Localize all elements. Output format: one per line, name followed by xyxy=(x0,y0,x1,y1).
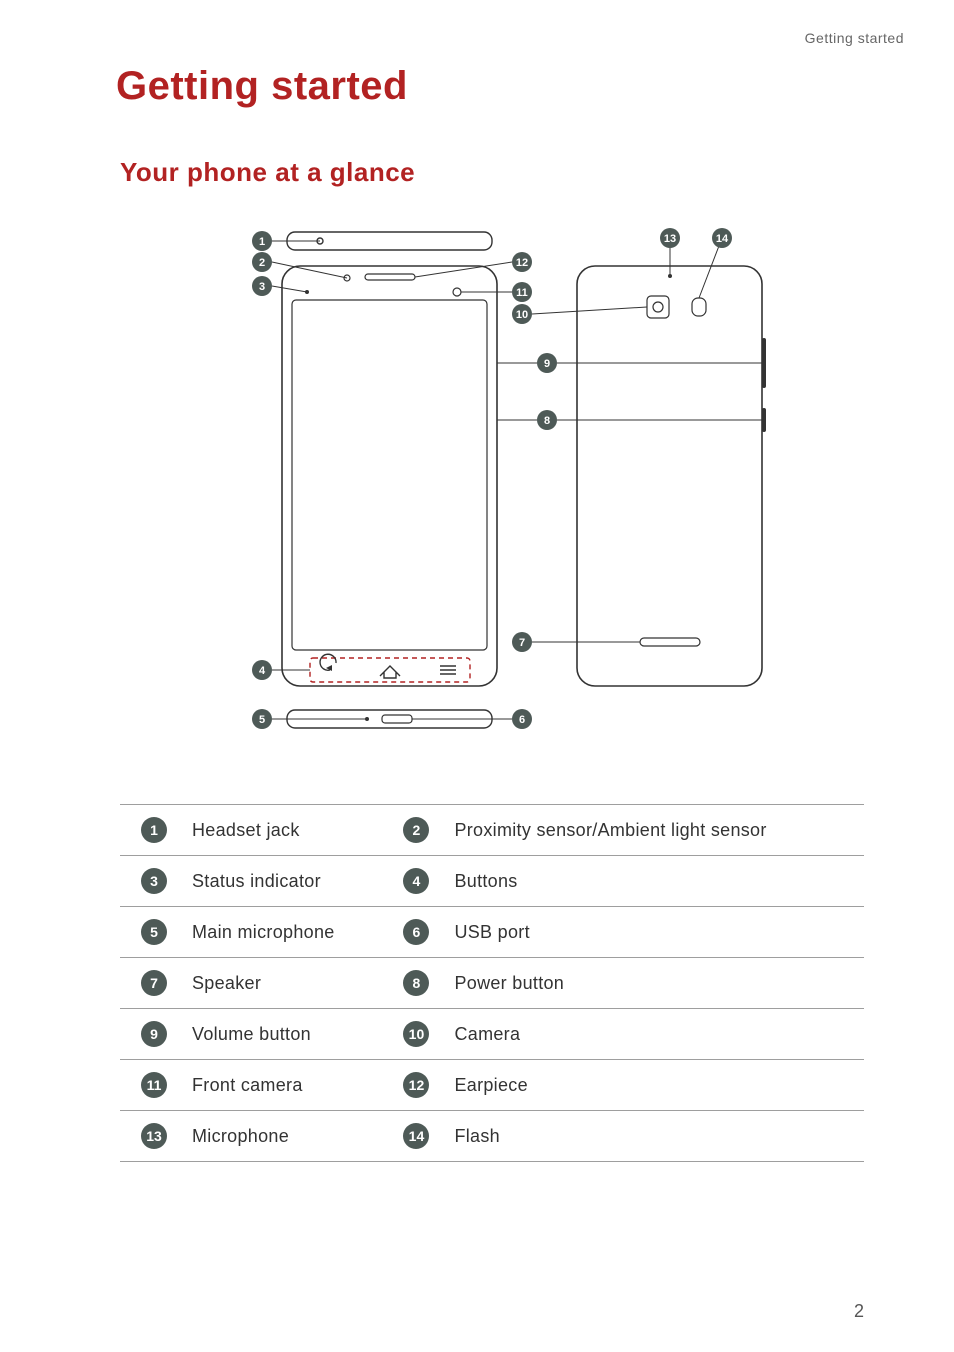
breadcrumb: Getting started xyxy=(120,30,904,46)
part-number: 2 xyxy=(382,805,450,856)
svg-text:13: 13 xyxy=(664,233,676,245)
svg-text:11: 11 xyxy=(516,287,528,299)
table-row: 11Front camera12Earpiece xyxy=(120,1060,864,1111)
table-row: 1Headset jack2Proximity sensor/Ambient l… xyxy=(120,805,864,856)
section-subtitle: Your phone at a glance xyxy=(120,157,864,188)
svg-text:12: 12 xyxy=(516,257,528,269)
part-number: 10 xyxy=(382,1009,450,1060)
part-label: Volume button xyxy=(188,1009,382,1060)
part-label: USB port xyxy=(450,907,864,958)
table-row: 7Speaker8Power button xyxy=(120,958,864,1009)
part-label: Main microphone xyxy=(188,907,382,958)
table-row: 3Status indicator4Buttons xyxy=(120,856,864,907)
part-number: 14 xyxy=(382,1111,450,1162)
part-number: 13 xyxy=(120,1111,188,1162)
page-number: 2 xyxy=(854,1301,864,1322)
svg-text:3: 3 xyxy=(259,281,265,293)
svg-text:4: 4 xyxy=(259,665,266,677)
svg-text:1: 1 xyxy=(259,236,265,248)
part-number: 8 xyxy=(382,958,450,1009)
part-label: Status indicator xyxy=(188,856,382,907)
part-label: Earpiece xyxy=(450,1060,864,1111)
part-label: Power button xyxy=(450,958,864,1009)
phone-diagram: 1 2 3 4 5 12 11 10 9 xyxy=(192,218,792,778)
part-number: 3 xyxy=(120,856,188,907)
svg-text:5: 5 xyxy=(259,714,265,726)
part-label: Front camera xyxy=(188,1060,382,1111)
part-number: 9 xyxy=(120,1009,188,1060)
part-number: 4 xyxy=(382,856,450,907)
table-row: 13Microphone14Flash xyxy=(120,1111,864,1162)
part-label: Microphone xyxy=(188,1111,382,1162)
part-label: Buttons xyxy=(450,856,864,907)
part-number: 1 xyxy=(120,805,188,856)
svg-text:8: 8 xyxy=(544,415,550,427)
table-row: 9Volume button10Camera xyxy=(120,1009,864,1060)
svg-text:10: 10 xyxy=(516,309,528,321)
part-number: 5 xyxy=(120,907,188,958)
part-label: Proximity sensor/Ambient light sensor xyxy=(450,805,864,856)
part-number: 6 xyxy=(382,907,450,958)
part-label: Camera xyxy=(450,1009,864,1060)
part-label: Flash xyxy=(450,1111,864,1162)
table-row: 5Main microphone6USB port xyxy=(120,907,864,958)
page-title: Getting started xyxy=(116,64,864,109)
svg-text:14: 14 xyxy=(716,233,729,245)
svg-text:7: 7 xyxy=(519,637,525,649)
svg-text:2: 2 xyxy=(259,257,265,269)
part-number: 11 xyxy=(120,1060,188,1111)
part-label: Headset jack xyxy=(188,805,382,856)
svg-text:9: 9 xyxy=(544,358,550,370)
parts-legend-table: 1Headset jack2Proximity sensor/Ambient l… xyxy=(120,804,864,1162)
part-number: 12 xyxy=(382,1060,450,1111)
part-label: Speaker xyxy=(188,958,382,1009)
svg-text:6: 6 xyxy=(519,714,525,726)
part-number: 7 xyxy=(120,958,188,1009)
